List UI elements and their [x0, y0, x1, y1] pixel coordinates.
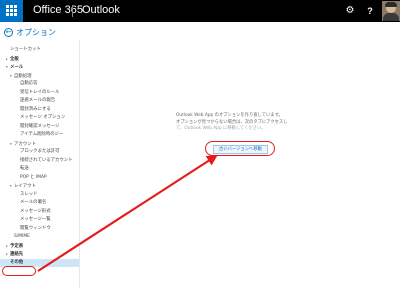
annotation-arrow: [37, 154, 218, 272]
arrow-line: [37, 154, 218, 272]
